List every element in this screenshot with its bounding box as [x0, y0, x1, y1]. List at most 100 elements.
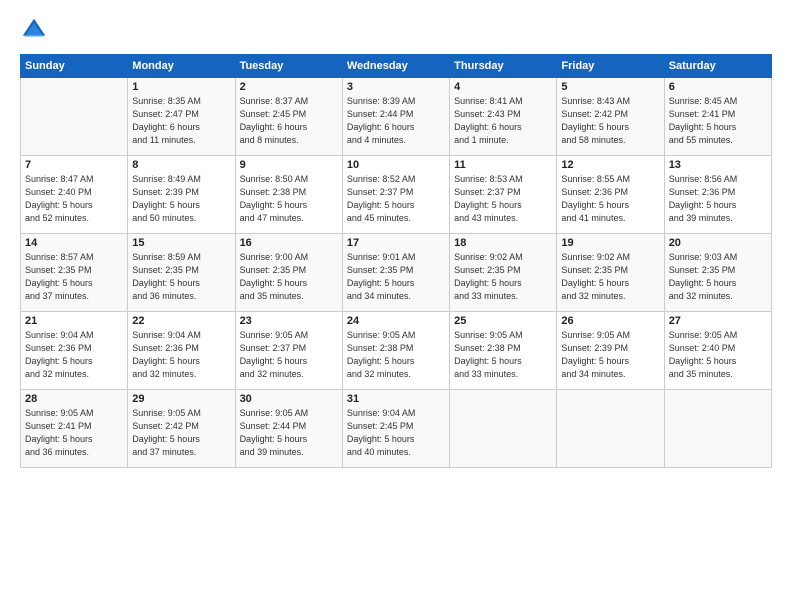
day-number: 10: [347, 159, 445, 171]
page: SundayMondayTuesdayWednesdayThursdayFrid…: [0, 0, 792, 612]
week-row-1: 7 Sunrise: 8:47 AM Sunset: 2:40 PM Daylig…: [21, 156, 772, 234]
col-header-friday: Friday: [557, 55, 664, 78]
day-cell: 19 Sunrise: 9:02 AM Sunset: 2:35 PM Dayli…: [557, 234, 664, 312]
day-number: 8: [132, 159, 230, 171]
week-row-3: 21 Sunrise: 9:04 AM Sunset: 2:36 PM Dayli…: [21, 312, 772, 390]
day-cell: 11 Sunrise: 8:53 AM Sunset: 2:37 PM Dayli…: [450, 156, 557, 234]
day-info: Sunrise: 8:43 AM Sunset: 2:42 PM Dayligh…: [561, 95, 659, 147]
day-number: 27: [669, 315, 767, 327]
day-number: 26: [561, 315, 659, 327]
day-cell: 15 Sunrise: 8:59 AM Sunset: 2:35 PM Dayli…: [128, 234, 235, 312]
day-number: 25: [454, 315, 552, 327]
calendar-table: SundayMondayTuesdayWednesdayThursdayFrid…: [20, 54, 772, 468]
day-info: Sunrise: 9:05 AM Sunset: 2:39 PM Dayligh…: [561, 329, 659, 381]
day-info: Sunrise: 9:05 AM Sunset: 2:37 PM Dayligh…: [240, 329, 338, 381]
day-cell: 8 Sunrise: 8:49 AM Sunset: 2:39 PM Daylig…: [128, 156, 235, 234]
day-info: Sunrise: 8:56 AM Sunset: 2:36 PM Dayligh…: [669, 173, 767, 225]
day-cell: 14 Sunrise: 8:57 AM Sunset: 2:35 PM Dayli…: [21, 234, 128, 312]
day-number: 21: [25, 315, 123, 327]
day-number: 2: [240, 81, 338, 93]
day-number: 20: [669, 237, 767, 249]
day-cell: [450, 390, 557, 468]
day-info: Sunrise: 9:02 AM Sunset: 2:35 PM Dayligh…: [561, 251, 659, 303]
day-cell: 26 Sunrise: 9:05 AM Sunset: 2:39 PM Dayli…: [557, 312, 664, 390]
day-cell: [21, 78, 128, 156]
day-cell: 16 Sunrise: 9:00 AM Sunset: 2:35 PM Dayli…: [235, 234, 342, 312]
day-cell: 31Sunrise: 9:04 AM Sunset: 2:45 PM Dayli…: [342, 390, 449, 468]
day-info: Sunrise: 9:05 AM Sunset: 2:38 PM Dayligh…: [347, 329, 445, 381]
col-header-sunday: Sunday: [21, 55, 128, 78]
day-number: 13: [669, 159, 767, 171]
day-cell: 20 Sunrise: 9:03 AM Sunset: 2:35 PM Dayli…: [664, 234, 771, 312]
day-number: 12: [561, 159, 659, 171]
col-header-monday: Monday: [128, 55, 235, 78]
day-number: 17: [347, 237, 445, 249]
header-row: SundayMondayTuesdayWednesdayThursdayFrid…: [21, 55, 772, 78]
day-info: Sunrise: 8:52 AM Sunset: 2:37 PM Dayligh…: [347, 173, 445, 225]
day-cell: 28 Sunrise: 9:05 AM Sunset: 2:41 PM Dayli…: [21, 390, 128, 468]
day-number: 31: [347, 393, 445, 405]
day-info: Sunrise: 8:49 AM Sunset: 2:39 PM Dayligh…: [132, 173, 230, 225]
day-number: 3: [347, 81, 445, 93]
day-info: Sunrise: 9:02 AM Sunset: 2:35 PM Dayligh…: [454, 251, 552, 303]
day-cell: 17 Sunrise: 9:01 AM Sunset: 2:35 PM Dayli…: [342, 234, 449, 312]
day-cell: 7 Sunrise: 8:47 AM Sunset: 2:40 PM Daylig…: [21, 156, 128, 234]
week-row-2: 14 Sunrise: 8:57 AM Sunset: 2:35 PM Dayli…: [21, 234, 772, 312]
day-cell: 1 Sunrise: 8:35 AM Sunset: 2:47 PM Daylig…: [128, 78, 235, 156]
day-info: Sunrise: 9:05 AM Sunset: 2:38 PM Dayligh…: [454, 329, 552, 381]
day-number: 11: [454, 159, 552, 171]
day-number: 19: [561, 237, 659, 249]
day-info: Sunrise: 8:41 AM Sunset: 2:43 PM Dayligh…: [454, 95, 552, 147]
day-number: 24: [347, 315, 445, 327]
day-info: Sunrise: 9:01 AM Sunset: 2:35 PM Dayligh…: [347, 251, 445, 303]
day-info: Sunrise: 9:03 AM Sunset: 2:35 PM Dayligh…: [669, 251, 767, 303]
day-info: Sunrise: 8:53 AM Sunset: 2:37 PM Dayligh…: [454, 173, 552, 225]
day-number: 18: [454, 237, 552, 249]
day-number: 30: [240, 393, 338, 405]
day-cell: 21 Sunrise: 9:04 AM Sunset: 2:36 PM Dayli…: [21, 312, 128, 390]
day-cell: 2Sunrise: 8:37 AM Sunset: 2:45 PM Daylig…: [235, 78, 342, 156]
day-number: 16: [240, 237, 338, 249]
day-number: 14: [25, 237, 123, 249]
day-cell: 5 Sunrise: 8:43 AM Sunset: 2:42 PM Daylig…: [557, 78, 664, 156]
day-info: Sunrise: 8:47 AM Sunset: 2:40 PM Dayligh…: [25, 173, 123, 225]
col-header-tuesday: Tuesday: [235, 55, 342, 78]
day-number: 4: [454, 81, 552, 93]
day-cell: 18 Sunrise: 9:02 AM Sunset: 2:35 PM Dayli…: [450, 234, 557, 312]
day-number: 7: [25, 159, 123, 171]
day-number: 1: [132, 81, 230, 93]
day-number: 28: [25, 393, 123, 405]
header: [20, 16, 772, 44]
day-cell: 22Sunrise: 9:04 AM Sunset: 2:36 PM Dayli…: [128, 312, 235, 390]
day-cell: [664, 390, 771, 468]
day-cell: 10 Sunrise: 8:52 AM Sunset: 2:37 PM Dayli…: [342, 156, 449, 234]
day-info: Sunrise: 8:39 AM Sunset: 2:44 PM Dayligh…: [347, 95, 445, 147]
day-info: Sunrise: 9:05 AM Sunset: 2:40 PM Dayligh…: [669, 329, 767, 381]
day-info: Sunrise: 8:55 AM Sunset: 2:36 PM Dayligh…: [561, 173, 659, 225]
col-header-thursday: Thursday: [450, 55, 557, 78]
week-row-4: 28 Sunrise: 9:05 AM Sunset: 2:41 PM Dayli…: [21, 390, 772, 468]
day-info: Sunrise: 9:05 AM Sunset: 2:44 PM Dayligh…: [240, 407, 338, 459]
day-number: 15: [132, 237, 230, 249]
day-info: Sunrise: 8:45 AM Sunset: 2:41 PM Dayligh…: [669, 95, 767, 147]
day-number: 29: [132, 393, 230, 405]
day-cell: 13 Sunrise: 8:56 AM Sunset: 2:36 PM Dayli…: [664, 156, 771, 234]
day-info: Sunrise: 9:05 AM Sunset: 2:41 PM Dayligh…: [25, 407, 123, 459]
logo: [20, 16, 52, 44]
day-info: Sunrise: 8:50 AM Sunset: 2:38 PM Dayligh…: [240, 173, 338, 225]
day-info: Sunrise: 9:04 AM Sunset: 2:36 PM Dayligh…: [25, 329, 123, 381]
day-cell: 4 Sunrise: 8:41 AM Sunset: 2:43 PM Daylig…: [450, 78, 557, 156]
day-number: 5: [561, 81, 659, 93]
week-row-0: 1 Sunrise: 8:35 AM Sunset: 2:47 PM Daylig…: [21, 78, 772, 156]
day-cell: 6Sunrise: 8:45 AM Sunset: 2:41 PM Daylig…: [664, 78, 771, 156]
day-info: Sunrise: 8:35 AM Sunset: 2:47 PM Dayligh…: [132, 95, 230, 147]
day-cell: 30 Sunrise: 9:05 AM Sunset: 2:44 PM Dayli…: [235, 390, 342, 468]
day-info: Sunrise: 8:57 AM Sunset: 2:35 PM Dayligh…: [25, 251, 123, 303]
day-info: Sunrise: 8:59 AM Sunset: 2:35 PM Dayligh…: [132, 251, 230, 303]
day-cell: 12 Sunrise: 8:55 AM Sunset: 2:36 PM Dayli…: [557, 156, 664, 234]
day-cell: 29Sunrise: 9:05 AM Sunset: 2:42 PM Dayli…: [128, 390, 235, 468]
day-cell: 24 Sunrise: 9:05 AM Sunset: 2:38 PM Dayli…: [342, 312, 449, 390]
day-info: Sunrise: 9:00 AM Sunset: 2:35 PM Dayligh…: [240, 251, 338, 303]
day-cell: 23Sunrise: 9:05 AM Sunset: 2:37 PM Dayli…: [235, 312, 342, 390]
day-info: Sunrise: 9:04 AM Sunset: 2:36 PM Dayligh…: [132, 329, 230, 381]
